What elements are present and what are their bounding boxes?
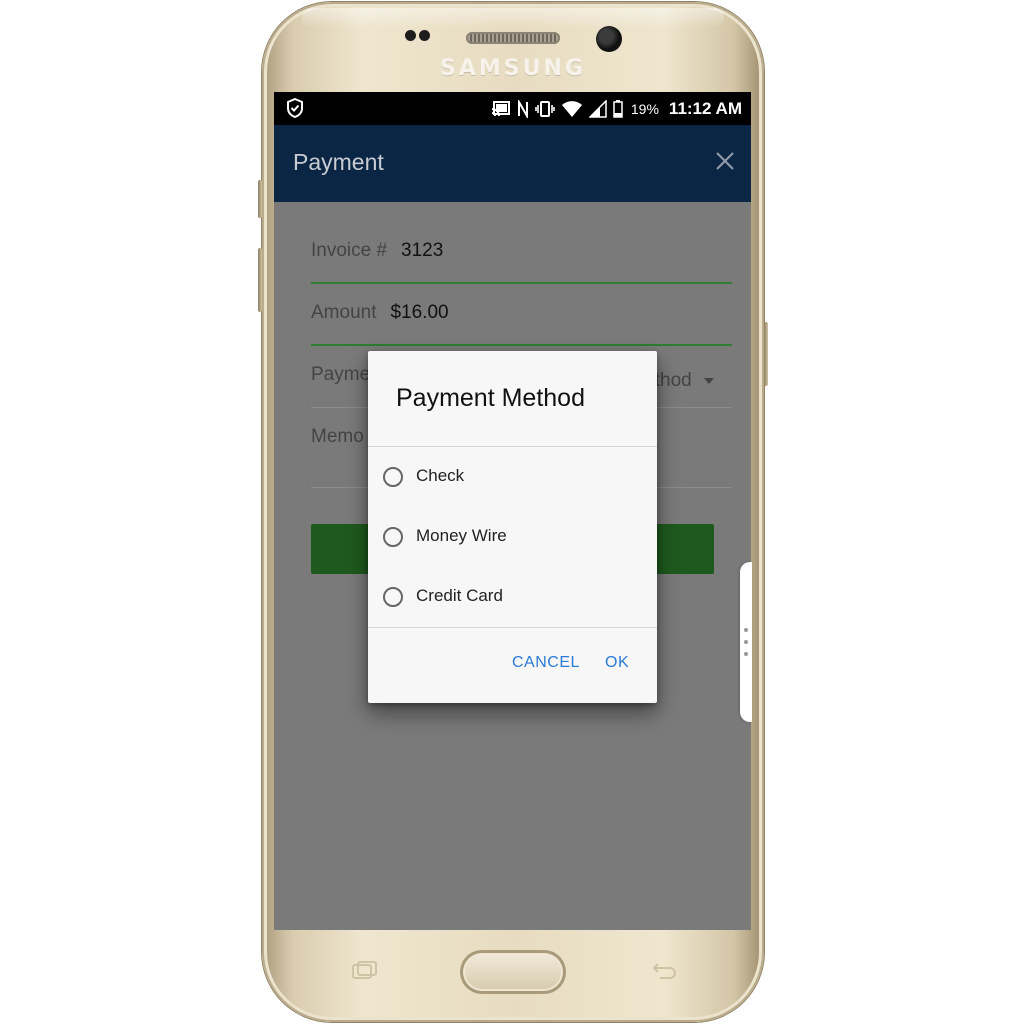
handle-dot (744, 652, 748, 656)
handle-dot (744, 640, 748, 644)
option-label: Money Wire (416, 526, 507, 545)
memo-label: Memo (311, 426, 364, 447)
dialog-divider-bottom (368, 627, 657, 628)
option-money-wire[interactable]: Money Wire (368, 508, 657, 566)
volume-up-button[interactable] (258, 180, 262, 218)
invoice-label: Invoice # (311, 240, 388, 261)
edge-panel-handle[interactable] (740, 562, 752, 722)
wifi-icon (561, 100, 582, 117)
invoice-value: 3123 (401, 240, 444, 261)
nfc-icon (517, 99, 528, 118)
dialog-divider-top (368, 446, 657, 447)
amount-label: Amount (311, 302, 377, 323)
home-button[interactable] (460, 950, 566, 994)
ok-button[interactable]: OK (605, 654, 629, 672)
page-title: Payment (293, 149, 384, 175)
recent-apps-key[interactable] (350, 960, 380, 987)
status-icons: 19% 11:12 AM (491, 92, 742, 125)
battery-icon (613, 99, 623, 118)
earpiece-speaker (466, 32, 560, 44)
option-label: Credit Card (416, 586, 503, 605)
brand-logo: SAMSUNG (440, 56, 586, 81)
cast-icon (491, 100, 510, 116)
invoice-field[interactable]: Invoice # 3123 (311, 222, 732, 284)
close-button[interactable] (711, 147, 739, 175)
payment-method-dialog: Payment Method Check Money Wire Credit C… (368, 351, 657, 703)
front-camera (596, 26, 622, 52)
cancel-button[interactable]: CANCEL (512, 654, 580, 672)
battery-percent: 19% (630, 100, 659, 117)
power-button[interactable] (764, 322, 768, 386)
screen: 19% 11:12 AM Payment Invoice # 3123 Amoun… (274, 92, 751, 930)
app-bar: Payment (274, 125, 751, 202)
phone-sheen (302, 8, 724, 28)
dropdown-arrow-icon (704, 377, 714, 384)
back-icon (652, 963, 676, 979)
radio-button[interactable] (383, 527, 403, 547)
option-check[interactable]: Check (368, 448, 657, 506)
light-sensor (419, 30, 430, 41)
back-key[interactable] (648, 960, 678, 987)
volume-down-button[interactable] (258, 248, 262, 312)
payment-method-label: Payme (311, 364, 371, 385)
clock: 11:12 AM (668, 98, 742, 118)
status-bar: 19% 11:12 AM (274, 92, 751, 125)
amount-field[interactable]: Amount $16.00 (311, 284, 732, 346)
recent-apps-icon (352, 961, 377, 979)
radio-button[interactable] (383, 467, 403, 487)
handle-dot (744, 628, 748, 632)
proximity-sensor (405, 30, 416, 41)
dialog-title: Payment Method (396, 384, 585, 412)
option-credit-card[interactable]: Credit Card (368, 568, 657, 626)
amount-value: $16.00 (390, 302, 449, 323)
radio-button[interactable] (383, 587, 403, 607)
shield-check-icon (286, 97, 304, 123)
option-label: Check (416, 466, 465, 485)
close-icon (716, 152, 734, 170)
vibrate-icon (535, 100, 555, 117)
signal-icon (588, 99, 607, 118)
